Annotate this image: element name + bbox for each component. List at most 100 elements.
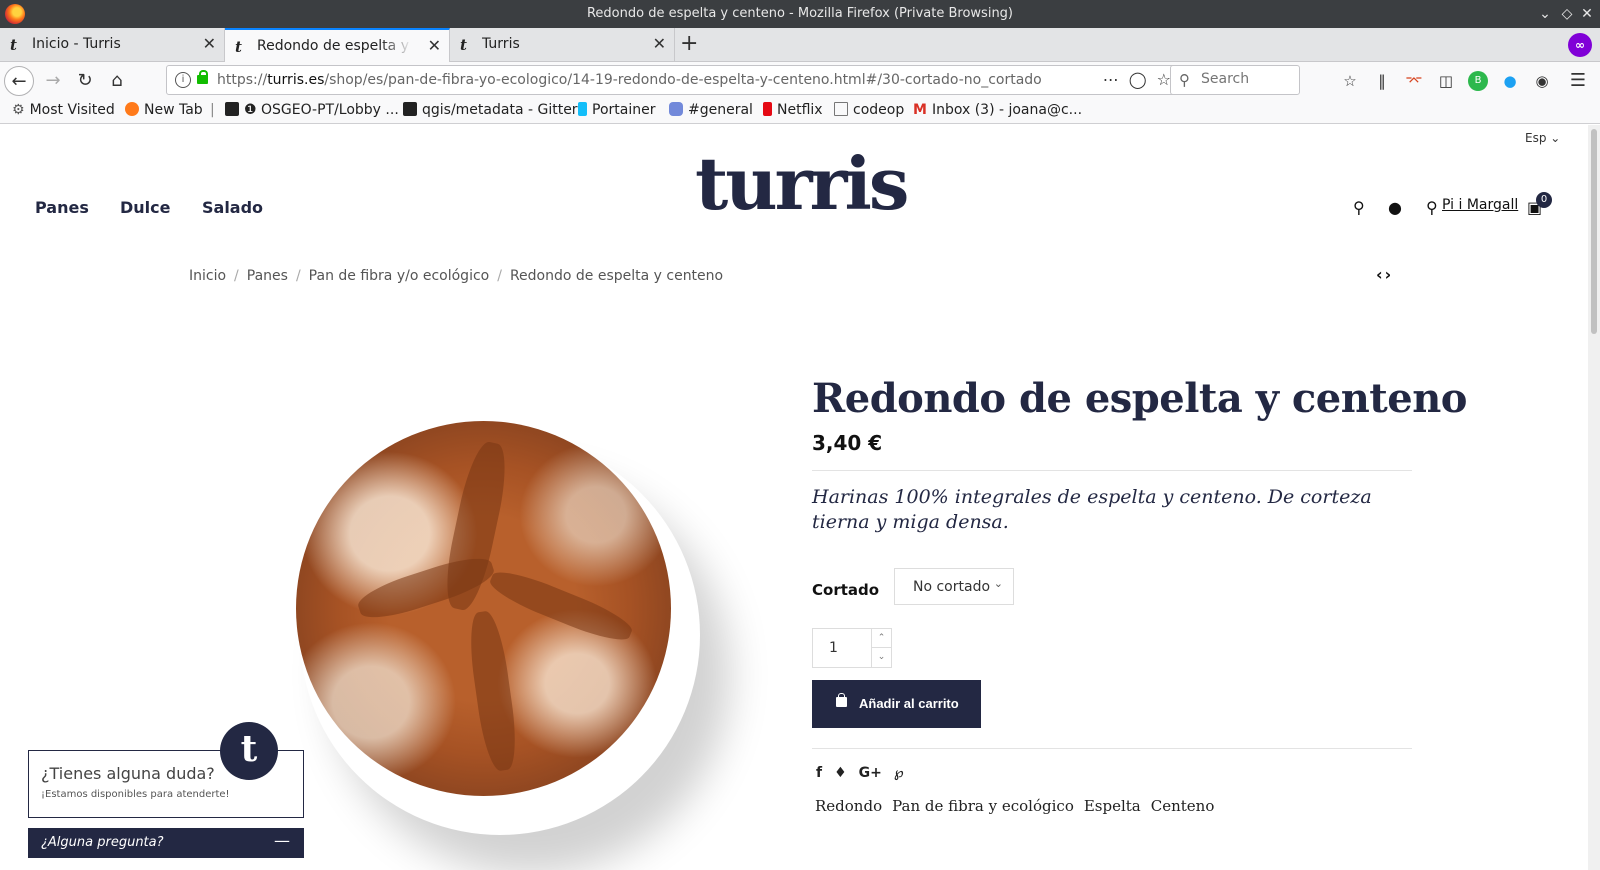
sidebar-icon[interactable]: ◫ bbox=[1436, 71, 1456, 91]
google-plus-icon[interactable]: G+ bbox=[859, 765, 882, 781]
search-input[interactable] bbox=[1201, 71, 1291, 87]
home-icon[interactable]: ⌂ bbox=[102, 66, 132, 96]
quantity-stepper[interactable]: 1 ⌃ ⌄ bbox=[812, 628, 892, 668]
turris-favicon-icon: t bbox=[235, 38, 242, 56]
library-icon[interactable]: ‖ bbox=[1372, 71, 1392, 91]
url-text[interactable]: https://turris.es/shop/es/pan-de-fibra-y… bbox=[217, 72, 1042, 88]
extension-arc-icon[interactable]: ⌤ bbox=[1404, 71, 1424, 91]
language-label: Esp bbox=[1525, 131, 1547, 145]
bookmark-new-tab[interactable]: New Tab bbox=[125, 102, 203, 118]
search-icon[interactable]: ⚲ bbox=[1353, 198, 1365, 217]
url-bar[interactable]: i https://turris.es/shop/es/pan-de-fibra… bbox=[166, 65, 1190, 95]
tag-pan-de-fibra[interactable]: Pan de fibra y ecológico bbox=[892, 797, 1074, 815]
user-icon[interactable]: ● bbox=[1388, 198, 1402, 217]
cut-option-select[interactable]: No cortado ⌄ bbox=[894, 568, 1014, 605]
nav-dulce[interactable]: Dulce bbox=[120, 198, 171, 217]
breadcrumb-inicio[interactable]: Inicio bbox=[189, 268, 226, 284]
nav-panes[interactable]: Panes bbox=[35, 198, 89, 217]
new-tab-icon[interactable]: + bbox=[680, 31, 698, 56]
tag-centeno[interactable]: Centeno bbox=[1151, 797, 1215, 815]
site-logo[interactable]: turris bbox=[695, 141, 909, 226]
chat-bar[interactable]: ¿Alguna pregunta? — bbox=[28, 828, 304, 858]
tab-redondo[interactable]: t Redondo de espelta y centeno ✕ bbox=[225, 28, 450, 63]
bookmark-inbox[interactable]: M Inbox (3) - joana@c... bbox=[913, 102, 1082, 118]
info-icon[interactable]: i bbox=[175, 72, 191, 88]
increment-icon[interactable]: ⌃ bbox=[871, 629, 891, 648]
minimize-icon[interactable]: ⌄ bbox=[1534, 3, 1556, 25]
chat-bar-label: ¿Alguna pregunta? bbox=[41, 835, 164, 850]
private-browsing-icon: ∞ bbox=[1568, 33, 1592, 57]
store-link[interactable]: Pi i Margall bbox=[1442, 197, 1518, 213]
bookmark-netflix[interactable]: Netflix bbox=[763, 102, 823, 118]
breadcrumb-category[interactable]: Pan de fibra y/o ecológico bbox=[309, 268, 490, 284]
tag-espelta[interactable]: Espelta bbox=[1084, 797, 1141, 815]
divider bbox=[812, 748, 1412, 749]
bookmark-label: New Tab bbox=[144, 102, 203, 118]
page-actions-icon[interactable]: ⋯ bbox=[1103, 70, 1129, 89]
page-scrollbar[interactable] bbox=[1588, 125, 1600, 870]
option-label: Cortado bbox=[812, 581, 880, 599]
bookmark-label: Netflix bbox=[777, 102, 823, 118]
decrement-icon[interactable]: ⌄ bbox=[871, 648, 891, 667]
search-box[interactable]: ⚲ bbox=[1170, 65, 1300, 95]
pinterest-icon[interactable]: ℘ bbox=[894, 765, 904, 781]
tab-inicio[interactable]: t Inicio - Turris ✕ bbox=[0, 28, 225, 62]
pocket-icon[interactable]: ◯ bbox=[1129, 70, 1157, 89]
tab-label: Turris bbox=[482, 36, 520, 52]
close-tab-icon[interactable]: ✕ bbox=[428, 36, 441, 55]
reading-list-icon[interactable]: ☆ bbox=[1340, 71, 1360, 91]
bookmark-qgis[interactable]: qgis/metadata - Gitter bbox=[403, 102, 578, 118]
bookmark-portainer[interactable]: Portainer bbox=[578, 102, 655, 118]
add-to-cart-button[interactable]: Añadir al carrito bbox=[812, 680, 981, 728]
minimize-chat-icon[interactable]: — bbox=[274, 831, 290, 850]
close-tab-icon[interactable]: ✕ bbox=[653, 34, 666, 53]
tag-redondo[interactable]: Redondo bbox=[815, 797, 882, 815]
product-pager: ‹› bbox=[1376, 265, 1393, 284]
chat-subtitle: ¡Estamos disponibles para atenderte! bbox=[41, 789, 230, 800]
extension-b-icon[interactable]: B bbox=[1468, 71, 1488, 91]
reload-icon[interactable]: ↻ bbox=[70, 66, 100, 96]
facebook-icon[interactable]: f bbox=[816, 765, 822, 781]
close-window-icon[interactable]: ✕ bbox=[1576, 3, 1598, 25]
menu-icon[interactable]: ☰ bbox=[1568, 71, 1588, 91]
forward-icon[interactable]: → bbox=[38, 66, 68, 96]
firefox-icon bbox=[125, 102, 139, 116]
quantity-value[interactable]: 1 bbox=[829, 640, 838, 656]
tab-label: Inicio - Turris bbox=[32, 36, 121, 52]
portainer-icon bbox=[578, 102, 587, 116]
prev-product-icon[interactable]: ‹ bbox=[1376, 265, 1385, 284]
scrollbar-thumb[interactable] bbox=[1591, 129, 1597, 334]
language-selector[interactable]: Esp ⌄ bbox=[1525, 131, 1560, 145]
info-dot-icon: ❶ bbox=[244, 102, 262, 118]
gitter-icon bbox=[225, 102, 239, 116]
close-tab-icon[interactable]: ✕ bbox=[203, 34, 216, 53]
account-icon[interactable]: ◉ bbox=[1532, 71, 1552, 91]
bookmark-label: Most Visited bbox=[29, 102, 115, 118]
gmail-icon: M bbox=[913, 102, 927, 118]
breadcrumb-panes[interactable]: Panes bbox=[247, 268, 288, 284]
back-icon[interactable]: ← bbox=[4, 66, 34, 96]
tab-turris[interactable]: t Turris ✕ bbox=[450, 28, 675, 62]
maximize-icon[interactable]: ◇ bbox=[1556, 3, 1578, 25]
lock-icon bbox=[197, 70, 208, 84]
bookmarks-toolbar: ⚙ Most Visited New Tab | ❶ OSGEO-PT/Lobby… bbox=[0, 98, 1600, 124]
product-image[interactable] bbox=[296, 421, 671, 796]
bookmark-label: qgis/metadata - Gitter bbox=[422, 102, 578, 118]
twitter-icon[interactable]: ♦ bbox=[834, 765, 847, 781]
turris-favicon-icon: t bbox=[10, 36, 17, 54]
nav-salado[interactable]: Salado bbox=[202, 198, 263, 217]
bookmark-most-visited[interactable]: ⚙ Most Visited bbox=[12, 102, 115, 118]
twitter-extension-icon[interactable]: ● bbox=[1500, 71, 1520, 91]
tab-strip: t Inicio - Turris ✕ t Redondo de espelta… bbox=[0, 28, 1600, 63]
product-description: Harinas 100% integrales de espelta y cen… bbox=[812, 486, 1372, 533]
bookmark-label: Inbox (3) - joana@c... bbox=[931, 102, 1083, 118]
bookmark-general[interactable]: #general bbox=[669, 102, 753, 118]
next-product-icon[interactable]: › bbox=[1385, 265, 1394, 284]
bookmark-codeop[interactable]: codeop bbox=[834, 102, 904, 118]
bookmark-osgeo[interactable]: ❶ OSGEO-PT/Lobby ... bbox=[225, 102, 399, 118]
chat-logo-icon[interactable]: t bbox=[220, 722, 278, 780]
product-tags: Redondo Pan de fibra y ecológico Espelta Ce… bbox=[815, 797, 1224, 815]
social-share: f ♦ G+ ℘ bbox=[816, 765, 916, 781]
breadcrumb-current: Redondo de espelta y centeno bbox=[509, 268, 724, 284]
bread-cut bbox=[485, 563, 637, 649]
